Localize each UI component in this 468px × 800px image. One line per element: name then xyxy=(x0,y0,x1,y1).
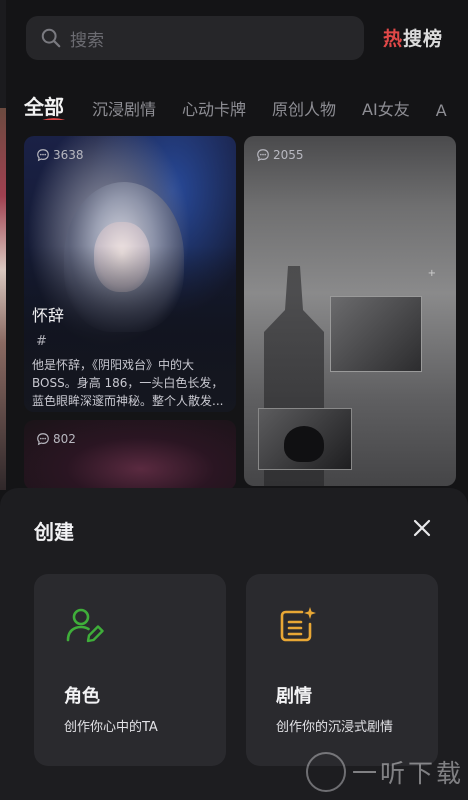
background-app-edge xyxy=(0,0,6,490)
view-count-value: 2055 xyxy=(273,148,304,162)
character-name: 怀辞 xyxy=(32,306,65,325)
create-story-title: 剧情 xyxy=(276,686,312,707)
script-spark-icon xyxy=(280,607,316,642)
chat-bubble-icon xyxy=(37,433,49,446)
view-count: 3638 xyxy=(36,148,84,162)
category-tabs: 全部 沉浸剧情 心动卡牌 原创人物 AI女友 A xyxy=(24,86,468,120)
view-count: 2055 xyxy=(256,148,304,162)
create-character-button[interactable]: 角色 创作你心中的TA xyxy=(34,574,226,766)
character-card[interactable]: 802 xyxy=(24,420,236,490)
hot-list-label: 搜榜 xyxy=(403,28,444,50)
tab-original-characters[interactable]: 原创人物 xyxy=(272,96,336,120)
watermark: 一听下载 xyxy=(306,752,464,792)
card-decoration-mark: + xyxy=(427,268,436,279)
cat-silhouette xyxy=(284,426,324,462)
create-story-subtitle: 创作你的沉浸式剧情 xyxy=(276,720,394,735)
character-card[interactable]: 3638 怀辞 # 他是怀辞，《阴阳戏台》中的大BOSS。身高 186，一头白色… xyxy=(24,136,236,412)
chat-bubble-icon xyxy=(257,149,269,162)
hot-list-accent-char: 热 xyxy=(383,28,404,50)
create-character-title: 角色 xyxy=(64,686,100,707)
view-count: 802 xyxy=(36,432,76,446)
tab-ai-girlfriend[interactable]: AI女友 xyxy=(362,96,410,120)
watermark-text: 一听下载 xyxy=(352,759,465,788)
chat-bubble-icon xyxy=(37,149,49,162)
close-icon xyxy=(413,519,431,537)
character-tag: # xyxy=(36,334,47,349)
user-edit-icon xyxy=(66,608,104,643)
character-description: 他是怀辞，《阴阳戏台》中的大BOSS。身高 186，一头白色长发，蓝色眼眸深邃而… xyxy=(32,358,224,408)
search-bar[interactable]: 搜索 xyxy=(26,16,364,60)
close-button[interactable] xyxy=(408,514,436,542)
search-placeholder: 搜索 xyxy=(70,30,104,51)
tab-overflow[interactable]: A xyxy=(436,101,447,120)
sheet-title: 创建 xyxy=(34,520,74,544)
search-icon xyxy=(41,28,61,48)
view-count-value: 3638 xyxy=(53,148,84,162)
create-character-subtitle: 创作你心中的TA xyxy=(64,720,158,735)
tab-active-indicator xyxy=(42,118,65,120)
graveyard-photo xyxy=(330,296,422,372)
tab-immersive-story[interactable]: 沉浸剧情 xyxy=(92,96,156,120)
create-story-button[interactable]: 剧情 创作你的沉浸式剧情 xyxy=(246,574,438,766)
tab-all[interactable]: 全部 xyxy=(24,91,65,120)
story-card[interactable]: 2055 + xyxy=(244,136,456,486)
watermark-logo-icon xyxy=(306,752,346,792)
tab-heart-cards[interactable]: 心动卡牌 xyxy=(182,96,246,120)
view-count-value: 802 xyxy=(53,432,76,446)
hot-list-link[interactable]: 热搜榜 xyxy=(383,24,443,51)
